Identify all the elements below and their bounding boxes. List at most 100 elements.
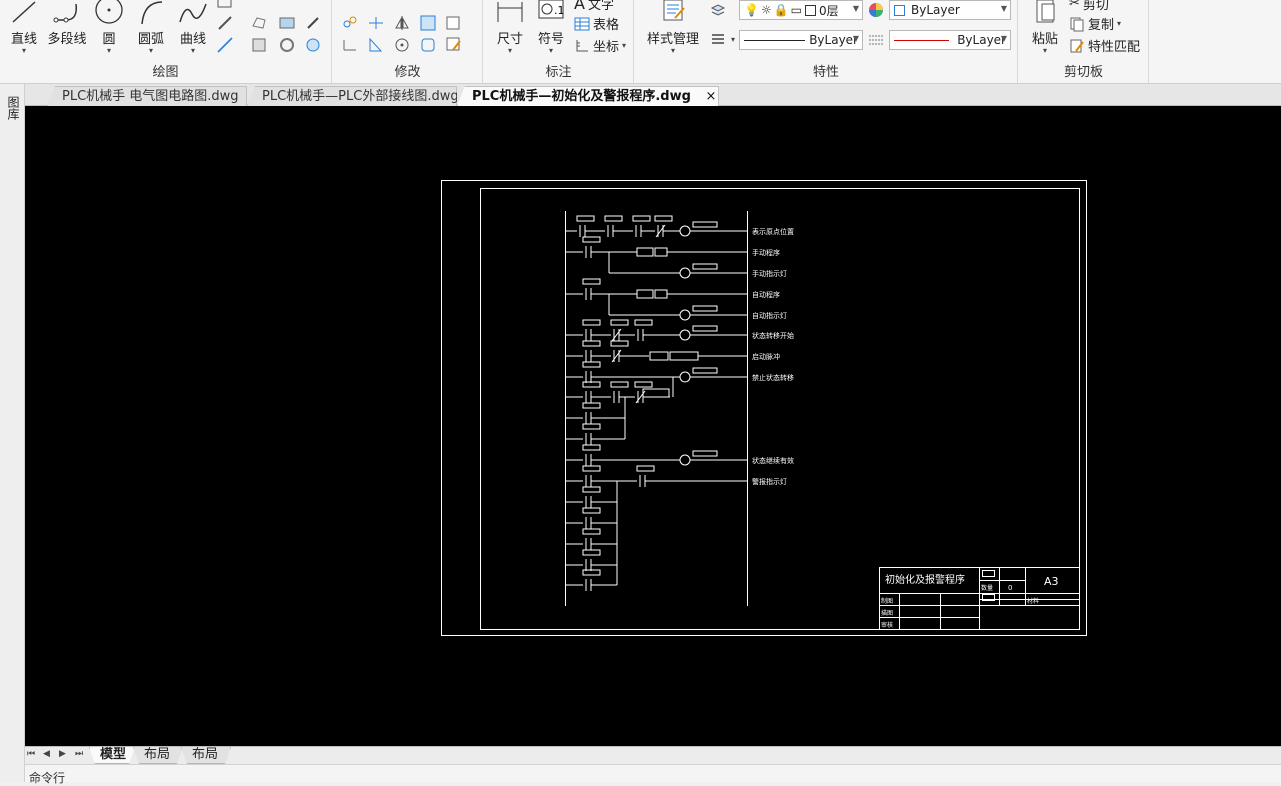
last-tab-icon[interactable]: ⏭ [75, 749, 83, 759]
gradient-icon[interactable] [278, 14, 296, 32]
color-wheel-icon[interactable] [867, 1, 885, 19]
stretch-icon[interactable] [341, 36, 359, 54]
spline-tool[interactable]: 曲线 ▾ [174, 0, 212, 55]
title-block-material-label: 材料 [1027, 597, 1039, 605]
tab-model[interactable]: 模型 [89, 747, 135, 764]
coil-tag [692, 450, 718, 457]
tab-layout1[interactable]: 布局1 [133, 747, 183, 764]
array-icon[interactable] [419, 14, 437, 32]
contact-tag [636, 465, 655, 472]
block-icon[interactable] [445, 14, 463, 32]
doc-tab-electrical[interactable]: PLC机械手 电气图电路图.dwg [47, 86, 247, 106]
svg-text:.1: .1 [554, 4, 565, 17]
coordinate-tool[interactable]: 坐标 ▾ [574, 36, 626, 55]
line-icon [12, 1, 36, 23]
rectangle-icon[interactable] [216, 0, 234, 14]
lineweight-icon[interactable] [867, 31, 885, 49]
close-icon[interactable]: × [705, 87, 716, 106]
coil-tag [692, 325, 718, 332]
cad-drawing: 表示原点位置手动程序手动指示灯自动程序自动指示灯状态转移开始启动脉冲禁止状态转移… [441, 180, 1087, 636]
circle-tool[interactable]: 圆 ▾ [92, 0, 126, 55]
cut-tool[interactable]: ✂ 剪切 [1069, 0, 1109, 13]
copy-tool[interactable]: 复制 ▾ [1069, 14, 1121, 33]
layout-tabbar: ⏮ ◀ ▶ ⏭ 模型 布局1 布局2 [25, 746, 1281, 764]
library-toggle[interactable]: 图库 [5, 96, 20, 120]
chevron-down-icon: ▾ [1117, 18, 1122, 28]
doc-tab-init-alarm[interactable]: PLC机械手—初始化及警报程序.dwg × [457, 86, 719, 106]
doc-tab-wiring[interactable]: PLC机械手—PLC外部接线图.dwg [247, 86, 457, 106]
chevron-down-icon: ▾ [731, 35, 736, 44]
contact-tag [582, 361, 601, 368]
arc-tool[interactable]: 圆弧 ▾ [132, 0, 170, 55]
offset-icon[interactable] [419, 36, 437, 54]
table-tool[interactable]: 表格 [574, 14, 619, 33]
output-coil [679, 267, 691, 279]
point-icon[interactable] [304, 14, 322, 32]
match-properties-icon [1070, 39, 1084, 52]
rung-label: 自动程序 [752, 290, 780, 299]
output-coil [679, 371, 691, 383]
chevron-down-icon: ▾ [548, 46, 553, 55]
dimension-tool[interactable]: 尺寸 ▾ [492, 0, 528, 55]
chevron-down-icon: ▼ [1000, 4, 1007, 13]
pencil-line-icon[interactable] [216, 14, 234, 32]
contact-tag [582, 319, 601, 326]
drawing-canvas[interactable]: 表示原点位置 手动程序 手动指示灯 自动程序 自动指示灯 状态转移开始 启动脉冲 禁止状态转移… [25, 106, 1281, 746]
edit-hatch-icon[interactable] [445, 36, 463, 54]
match-properties-tool[interactable]: 特性匹配 [1069, 36, 1140, 55]
layer-properties-icon[interactable] [709, 0, 727, 18]
coil-tag [692, 305, 718, 312]
title-block-size: A3 [1044, 575, 1059, 588]
line-tool[interactable]: 直线 ▾ [4, 0, 44, 55]
library-strip: 图库 [0, 84, 25, 782]
chevron-down-icon: ▾ [622, 40, 627, 50]
paste-tool[interactable]: 粘贴 ▾ [1025, 0, 1065, 55]
color-combo[interactable]: ByLayer ▼ [889, 0, 1011, 20]
rung-label: 手动程序 [752, 248, 780, 257]
construction-line-icon[interactable] [216, 36, 234, 54]
circle-icon [95, 0, 123, 24]
contact-tag [604, 215, 623, 222]
lineweight-sample [894, 39, 950, 41]
first-tab-icon[interactable]: ⏮ [27, 749, 35, 759]
command-line[interactable]: 命令行 [25, 764, 1281, 785]
function-block [654, 289, 668, 299]
copy-object-icon[interactable] [341, 14, 359, 32]
scale-icon[interactable] [367, 36, 385, 54]
title-block-quantity-label: 数量 [981, 584, 993, 592]
line-properties-icon[interactable] [709, 30, 727, 48]
rung-label: 禁止状态转移 [752, 373, 794, 382]
revcloud-icon[interactable] [304, 36, 322, 54]
rotate-icon[interactable] [393, 36, 411, 54]
color-square-icon [805, 4, 817, 16]
contact-tag [582, 236, 601, 243]
donut-icon[interactable] [278, 36, 296, 54]
hatch-icon[interactable] [250, 36, 268, 54]
region-icon[interactable] [250, 14, 268, 32]
style-manager-tool[interactable]: 样式管理 ▾ [643, 0, 703, 55]
contact-tag [582, 402, 601, 409]
contact-tag [582, 528, 601, 535]
polyline-tool[interactable]: 多段线 [44, 0, 90, 47]
chevron-down-icon: ▾ [190, 46, 195, 55]
trim-icon[interactable] [367, 14, 385, 32]
mirror-icon[interactable] [393, 14, 411, 32]
lineweight-combo[interactable]: ByLayer ▼ [889, 30, 1011, 50]
next-tab-icon[interactable]: ▶ [59, 749, 66, 759]
contact-tag [634, 319, 653, 326]
tab-layout2[interactable]: 布局2 [181, 747, 231, 764]
linetype-combo[interactable]: ByLayer ▼ [739, 30, 863, 50]
ribbon: 直线 ▾ 多段线 圆 ▾ 圆弧 ▾ 曲线 ▾ 绘图 修改 尺寸 ▾ .1 符号 … [0, 0, 1281, 84]
chevron-down-icon: ▾ [670, 46, 675, 55]
rung-label: 警报指示灯 [752, 477, 787, 486]
symbol-icon: .1 [538, 0, 565, 19]
layer-combo[interactable]: 💡 ☼ 🔒 ▭ 0层 ▼ [739, 0, 863, 20]
text-tool[interactable]: A 文字 [574, 0, 614, 13]
contact-tag [610, 340, 629, 347]
contact-tag [610, 381, 629, 388]
title-block-drafted-label: 描图 [881, 609, 893, 617]
prev-tab-icon[interactable]: ◀ [43, 749, 50, 759]
symbol-tool[interactable]: .1 符号 ▾ [534, 0, 568, 55]
chevron-down-icon: ▼ [852, 4, 859, 13]
title-block-title: 初始化及报警程序 [885, 573, 965, 586]
